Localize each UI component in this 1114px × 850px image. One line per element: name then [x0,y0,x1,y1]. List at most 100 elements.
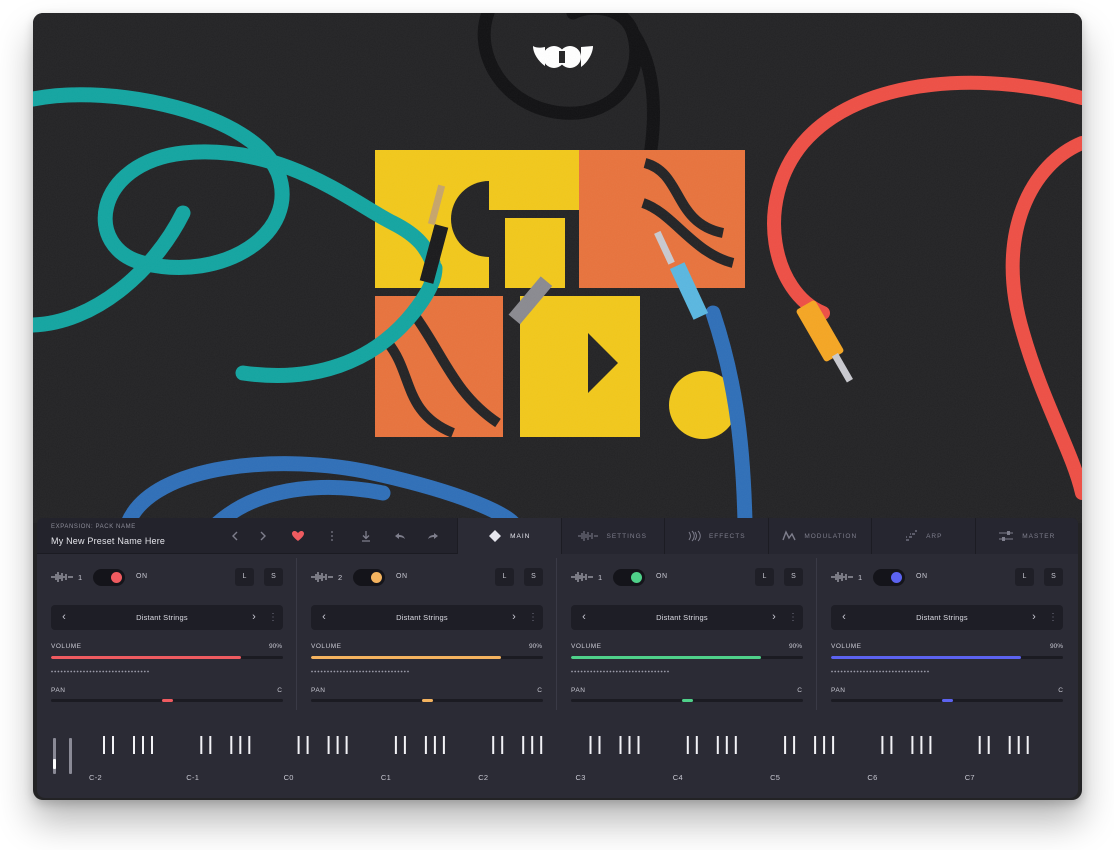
volume-slider[interactable] [51,656,283,659]
chevron-right-icon[interactable]: › [243,605,265,630]
chevron-right-icon[interactable]: › [503,605,525,630]
left-button[interactable]: L [235,568,254,586]
channel-toggle[interactable] [873,569,905,586]
piano-key[interactable] [920,736,923,754]
more-vertical-icon[interactable] [324,528,340,544]
piano-key[interactable] [725,736,728,754]
piano-key[interactable] [531,736,534,754]
preset-name[interactable]: My New Preset Name Here [51,536,165,546]
chevron-left-icon[interactable]: ‹ [53,605,75,630]
piano-key[interactable] [695,736,698,754]
piano-key[interactable] [619,736,622,754]
solo-button[interactable]: S [784,568,803,586]
piano-key[interactable] [793,736,796,754]
tab-main[interactable]: MAIN [457,518,561,554]
solo-button[interactable]: S [264,568,283,586]
heart-icon[interactable] [290,528,306,544]
redo-icon[interactable] [425,528,441,544]
piano-key[interactable] [112,736,114,754]
piano-key[interactable] [209,736,212,754]
pan-slider[interactable] [571,699,803,702]
download-icon[interactable] [358,528,374,544]
piano-key[interactable] [911,736,914,754]
pan-slider[interactable] [831,699,1063,702]
tab-modulation[interactable]: MODULATION [767,518,871,554]
undo-icon[interactable] [392,528,408,544]
solo-button[interactable]: S [1044,568,1063,586]
piano-key[interactable] [394,736,397,754]
piano-key[interactable] [522,736,525,754]
solo-button[interactable]: S [524,568,543,586]
piano-key[interactable] [142,736,144,754]
chevron-left-icon[interactable] [227,528,243,544]
piano-key[interactable] [403,736,406,754]
piano-key[interactable] [589,736,592,754]
piano-key[interactable] [306,736,309,754]
piano-key[interactable] [637,736,640,754]
left-button[interactable]: L [755,568,774,586]
preset-selector[interactable]: ‹ Distant Strings › ⋮ [831,605,1063,630]
pan-thumb[interactable] [422,699,433,702]
piano-key[interactable] [248,736,251,754]
left-button[interactable]: L [1015,568,1034,586]
piano-key[interactable] [784,736,787,754]
piano-key[interactable] [442,736,445,754]
preset-selector[interactable]: ‹ Distant Strings › ⋮ [51,605,283,630]
piano-key[interactable] [978,736,981,754]
tab-settings[interactable]: SETTINGS [560,518,664,554]
piano-key[interactable] [200,736,203,754]
more-vertical-icon[interactable]: ⋮ [527,605,539,630]
piano-key[interactable] [151,736,153,754]
piano-key[interactable] [424,736,427,754]
volume-slider[interactable] [311,656,543,659]
piano-key[interactable] [345,736,348,754]
piano-key[interactable] [540,736,543,754]
keyboard-keys[interactable] [37,724,1078,774]
more-vertical-icon[interactable]: ⋮ [267,605,279,630]
chevron-left-icon[interactable]: ‹ [833,605,855,630]
preset-selector[interactable]: ‹ Distant Strings › ⋮ [571,605,803,630]
chevron-right-icon[interactable]: › [763,605,785,630]
piano-key[interactable] [433,736,436,754]
pan-thumb[interactable] [942,699,953,702]
piano-key[interactable] [297,736,300,754]
chevron-left-icon[interactable]: ‹ [573,605,595,630]
piano-key[interactable] [1008,736,1011,754]
tab-arp[interactable]: ARP [871,518,975,554]
volume-slider[interactable] [831,656,1063,659]
piano-key[interactable] [1026,736,1029,754]
piano-key[interactable] [336,736,339,754]
piano-key[interactable] [501,736,504,754]
more-vertical-icon[interactable]: ⋮ [787,605,799,630]
pan-slider[interactable] [51,699,283,702]
piano-key[interactable] [823,736,826,754]
piano-key[interactable] [103,736,105,754]
piano-key[interactable] [1017,736,1020,754]
volume-slider[interactable] [571,656,803,659]
piano-key[interactable] [327,736,330,754]
pan-slider[interactable] [311,699,543,702]
piano-key[interactable] [598,736,601,754]
piano-key[interactable] [628,736,631,754]
more-vertical-icon[interactable]: ⋮ [1047,605,1059,630]
chevron-left-icon[interactable]: ‹ [313,605,335,630]
piano-key[interactable] [734,736,737,754]
channel-toggle[interactable] [353,569,385,586]
pan-thumb[interactable] [162,699,173,702]
tab-effects[interactable]: EFFECTS [664,518,768,554]
piano-key[interactable] [881,736,884,754]
chevron-right-icon[interactable] [255,528,271,544]
pan-thumb[interactable] [682,699,693,702]
piano-key[interactable] [239,736,242,754]
piano-key[interactable] [230,736,233,754]
piano-key[interactable] [814,736,817,754]
piano-key[interactable] [929,736,932,754]
piano-key[interactable] [987,736,990,754]
channel-toggle[interactable] [93,569,125,586]
piano-key[interactable] [133,736,135,754]
channel-toggle[interactable] [613,569,645,586]
piano-key[interactable] [492,736,495,754]
piano-key[interactable] [716,736,719,754]
piano-key[interactable] [890,736,893,754]
chevron-right-icon[interactable]: › [1023,605,1045,630]
